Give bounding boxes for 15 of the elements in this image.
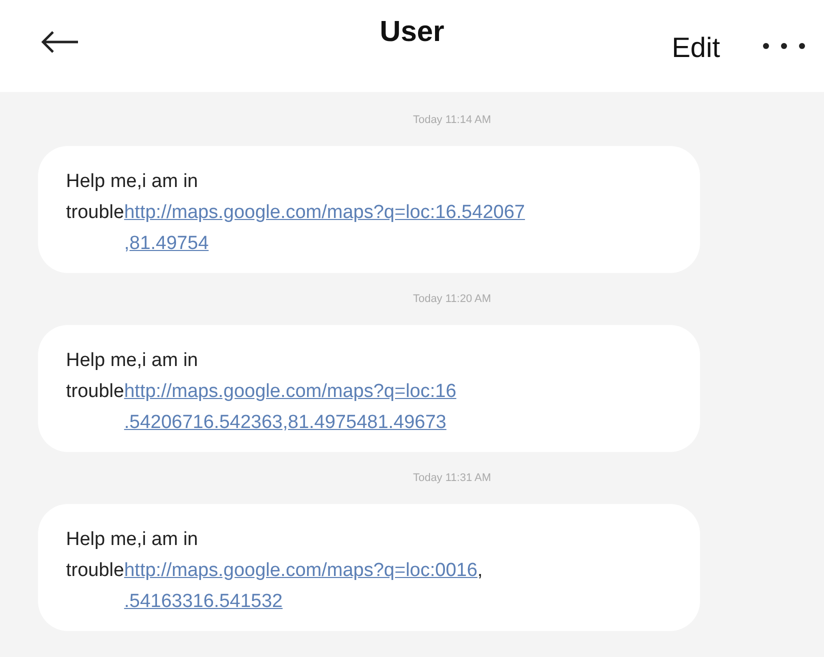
back-arrow-icon [40, 30, 80, 54]
back-button[interactable] [40, 30, 80, 54]
timestamp: Today 11:20 AM [412, 293, 492, 305]
timestamp: Today 11:31 AM [412, 472, 492, 484]
timestamp: Today 11:14 AM [412, 114, 492, 126]
message-text: Help me,i am in troublehttp://maps.google.com/maps?q=loc:16.542067 ,81.49754 [66, 166, 676, 259]
map-link[interactable]: http://maps.google.com/maps?q=loc:0016 .54163316.541532 [124, 555, 478, 617]
map-link[interactable]: http://maps.google.com/maps?q=loc:16 .54206716.542363,81.4975481.49673 [124, 376, 456, 438]
map-link[interactable]: http://maps.google.com/maps?q=loc:16.542067 ,81.49754 [124, 197, 525, 259]
more-icon [762, 42, 806, 50]
message-text: Help me,i am in troublehttp://maps.google.com/maps?q=loc:0016 .54163316.541532 , [66, 524, 676, 617]
edit-button[interactable]: Edit [672, 32, 720, 64]
message-text: Help me,i am in troublehttp://maps.google.com/maps?q=loc:16 .54206716.542363,81.4975481.49673 [66, 345, 676, 438]
contact-title: User [380, 16, 444, 49]
more-button[interactable] [762, 42, 806, 50]
